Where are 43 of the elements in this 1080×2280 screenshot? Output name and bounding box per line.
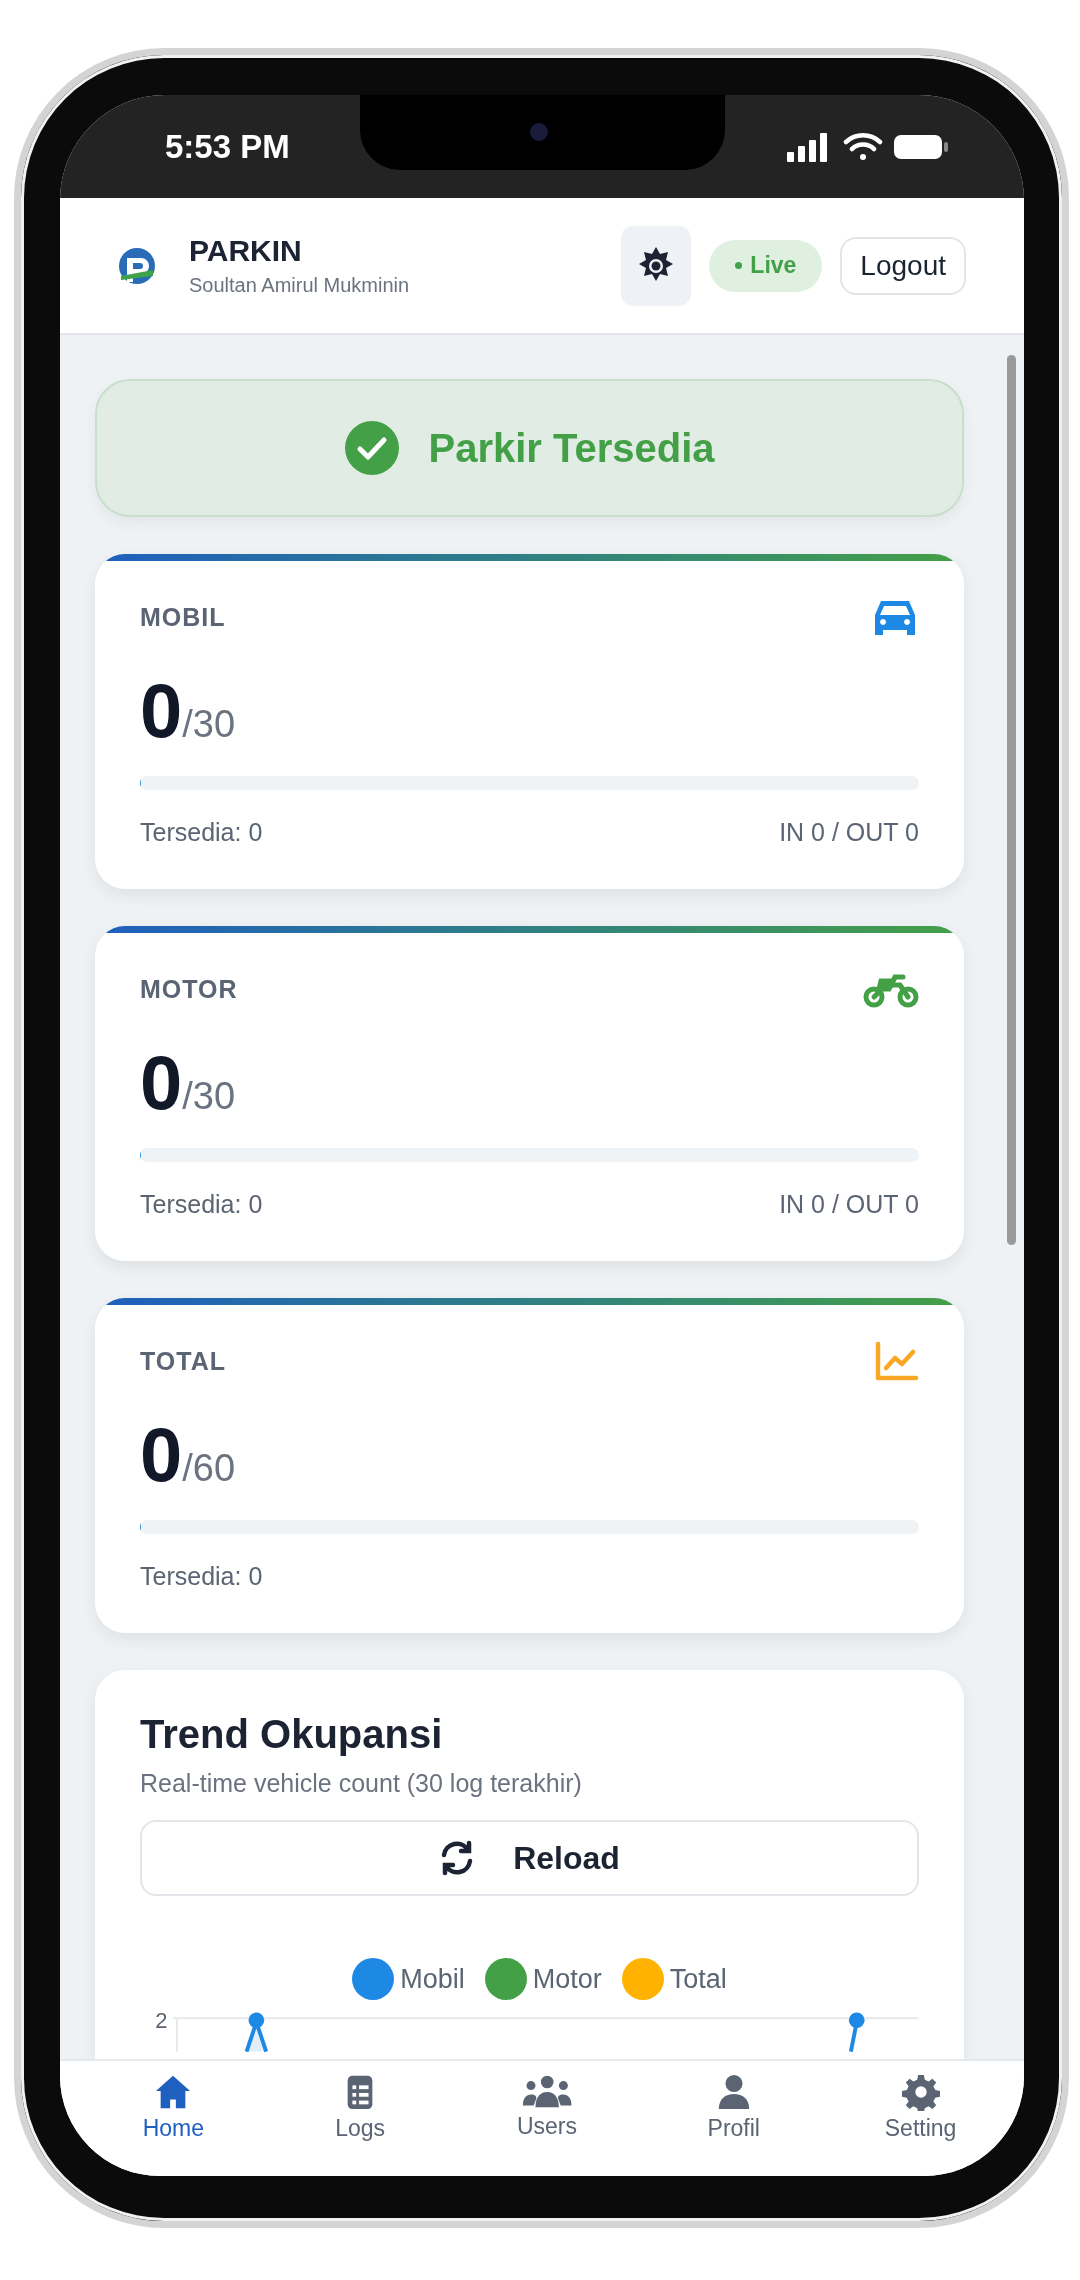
logout-button[interactable]: Logout <box>840 236 966 295</box>
card-label: MOTOR <box>140 974 238 1004</box>
wifi-icon <box>843 131 883 162</box>
status-time: 5:53 PM <box>165 127 290 166</box>
data-point <box>249 2012 265 2029</box>
nav-tab[interactable]: Logs <box>290 2061 431 2176</box>
theme-button[interactable] <box>621 225 692 306</box>
app-title: PARKIN <box>189 234 303 268</box>
status-text: Parkir Tersedia <box>428 425 715 471</box>
axis-tick-label: 2 <box>154 2008 168 2034</box>
trend-subtitle: Real-time vehicle count (30 log terakhir) <box>140 1769 583 1798</box>
in-out-text: IN 0 / OUT 0 <box>779 818 919 847</box>
legend-label: Mobil <box>400 1963 465 1995</box>
legend-label: Motor <box>532 1963 602 1995</box>
card-label: TOTAL <box>140 1346 226 1376</box>
count-value: 0 <box>140 1039 183 1126</box>
battery-icon <box>893 132 949 161</box>
available-text: Tersedia: 0 <box>140 818 263 847</box>
capacity-text: /60 <box>182 1447 236 1490</box>
nav-tab[interactable]: Setting <box>850 2061 991 2176</box>
capacity-text: /30 <box>182 1075 236 1118</box>
nav-tab[interactable]: Home <box>103 2061 244 2176</box>
users-icon <box>521 2073 573 2109</box>
user-name: Soultan Amirul Mukminin <box>189 274 411 297</box>
check-circle-icon <box>344 420 401 476</box>
in-out-text: IN 0 / OUT 0 <box>779 1190 919 1219</box>
available-text: Tersedia: 0 <box>140 1190 263 1219</box>
nav-tab[interactable]: Profil <box>663 2061 804 2176</box>
live-badge: Live <box>709 239 823 292</box>
data-point <box>849 2012 866 2029</box>
reload-button[interactable]: Reload <box>140 1820 919 1896</box>
available-text: Tersedia: 0 <box>140 1562 263 1591</box>
trend-title: Trend Okupansi <box>140 1712 444 1757</box>
legend-label: Total <box>669 1963 727 1995</box>
scrollbar[interactable] <box>1007 355 1016 1245</box>
settings-icon <box>901 2073 940 2111</box>
count-value: 0 <box>140 667 183 754</box>
card-label: MOBIL <box>140 602 226 632</box>
line-chart-icon <box>875 1341 919 1381</box>
count-value: 0 <box>140 1411 183 1498</box>
camera-icon <box>530 123 548 141</box>
nav-tab[interactable]: Users <box>477 2061 617 2176</box>
capacity-text: /30 <box>182 703 236 746</box>
